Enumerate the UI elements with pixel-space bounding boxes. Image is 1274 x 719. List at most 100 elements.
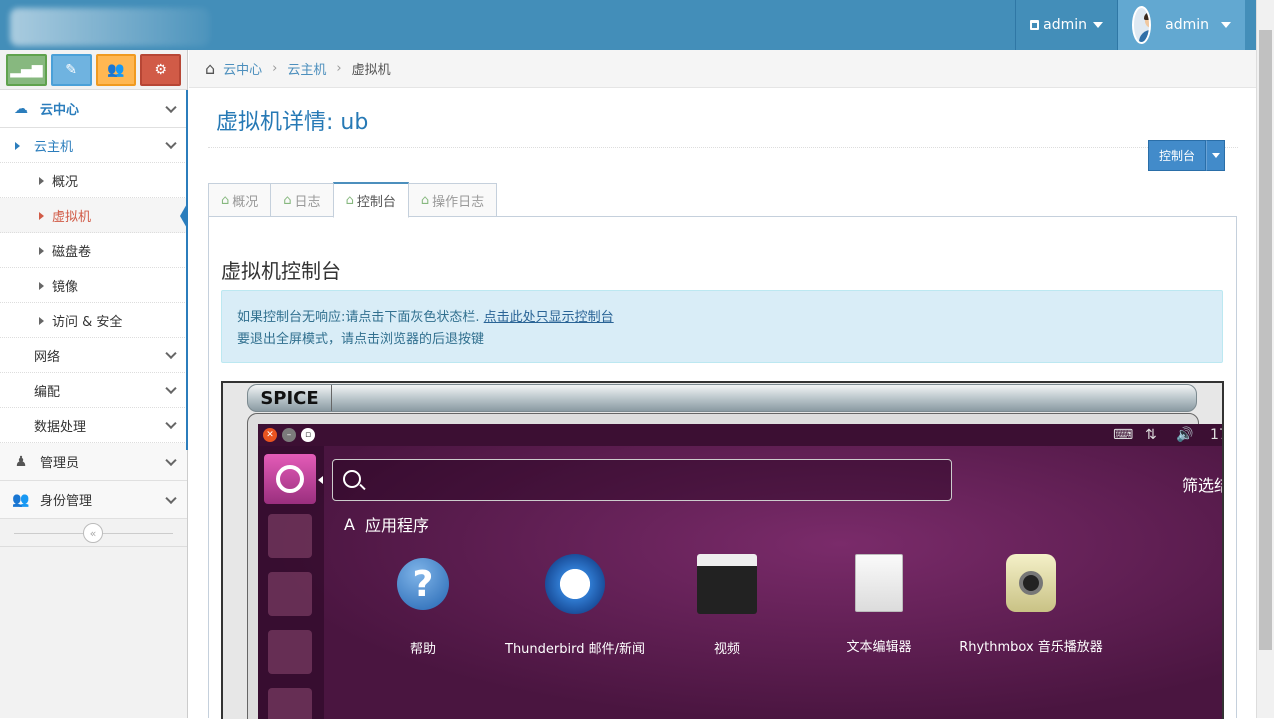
console-button[interactable]: 控制台 xyxy=(1148,140,1207,171)
tab-overview[interactable]: ⌂ 概况 xyxy=(208,183,272,217)
sidebar-item-label: 云主机 xyxy=(34,139,74,155)
video-icon xyxy=(697,554,757,614)
app-video[interactable]: 视频 xyxy=(652,554,802,657)
sidebar-item-admin[interactable]: ♟ 管理员 xyxy=(0,443,187,481)
caret-right-icon xyxy=(39,177,44,185)
sidebar-item-images[interactable]: 镜像 xyxy=(0,268,187,303)
scrollbar-thumb[interactable] xyxy=(1259,30,1272,650)
spice-status-bar[interactable]: SPICE xyxy=(247,384,1197,412)
users-icon: 👥 xyxy=(12,491,30,508)
files-icon[interactable] xyxy=(268,514,312,558)
sidebar-item-label: 身份管理 xyxy=(40,494,93,509)
calc-icon[interactable] xyxy=(268,688,312,719)
sidebar-item-overview[interactable]: 概况 xyxy=(0,163,187,198)
ubuntu-dash-button[interactable] xyxy=(264,454,316,504)
dash-search-input[interactable] xyxy=(332,459,952,501)
sidebar-item-cloud-host[interactable]: 云主机 xyxy=(0,128,187,163)
breadcrumb-link-cloud-host[interactable]: 云主机 xyxy=(287,59,326,78)
vm-screen[interactable]: ✕ – ▫ ⌨ ⇅ 🔊 17 xyxy=(247,413,1222,719)
card-icon xyxy=(1030,20,1040,30)
maximize-icon[interactable]: ▫ xyxy=(301,428,315,442)
chevron-down-icon xyxy=(165,347,177,360)
console-button-group: 控制台 xyxy=(1148,140,1226,171)
console-dropdown-toggle[interactable] xyxy=(1206,140,1226,171)
filter-results-label[interactable]: 筛选结 xyxy=(1182,472,1222,496)
thunderbird-icon xyxy=(545,554,605,614)
tab-label: 日志 xyxy=(294,194,321,210)
double-angle-left-icon[interactable]: « xyxy=(83,523,103,543)
cogs-shortcut-button[interactable]: ⚙ xyxy=(140,54,181,86)
breadcrumb-current: 虚拟机 xyxy=(351,63,391,78)
volume-icon[interactable]: 🔊 xyxy=(1176,427,1193,443)
keyboard-icon[interactable]: ⌨ xyxy=(1113,427,1133,443)
home-icon: ⌂ xyxy=(345,193,354,208)
user-label: admin xyxy=(1165,17,1209,33)
chevron-down-icon xyxy=(165,492,177,504)
app-label: Rhythmbox 音乐播放器 xyxy=(959,640,1103,655)
sidebar-item-access-security[interactable]: 访问 & 安全 xyxy=(0,303,187,338)
users-shortcut-button[interactable]: 👥 xyxy=(95,54,137,86)
show-console-only-link[interactable]: 点击此处只显示控制台 xyxy=(484,310,614,325)
sidebar-item-label: 数据处理 xyxy=(34,419,87,435)
search-icon xyxy=(343,470,361,488)
network-icon[interactable]: ⇅ xyxy=(1145,427,1157,443)
sidebar-item-volumes[interactable]: 磁盘卷 xyxy=(0,233,187,268)
breadcrumb-separator: › xyxy=(336,61,342,76)
home-icon: ⌂ xyxy=(420,192,430,208)
spice-label: SPICE xyxy=(248,385,332,411)
writer-icon[interactable] xyxy=(268,630,312,674)
app-help[interactable]: ? 帮助 xyxy=(348,554,498,657)
vm-console[interactable]: SPICE ✕ – ▫ ⌨ ⇅ 🔊 17 xyxy=(221,381,1224,719)
home-icon[interactable]: ⌂ xyxy=(205,59,215,78)
tab-action-log[interactable]: ⌂ 操作日志 xyxy=(407,183,498,217)
minimize-icon[interactable]: – xyxy=(282,428,296,442)
users-icon: 👥 xyxy=(107,62,125,78)
vm-name: ub xyxy=(340,110,369,135)
chart-shortcut-button[interactable]: ▂▄▆ xyxy=(6,54,47,86)
chevron-down-icon xyxy=(165,137,177,150)
page-title: 虚拟机详情: ub xyxy=(216,104,368,136)
tab-label: 操作日志 xyxy=(432,194,485,210)
admin-user-icon: ♟ xyxy=(14,453,28,470)
page-scrollbar[interactable] xyxy=(1256,0,1274,718)
help-icon: ? xyxy=(397,558,449,610)
pencil-shortcut-button[interactable]: ✎ xyxy=(50,54,92,86)
ubuntu-launcher xyxy=(258,446,324,719)
dash-arrow-icon xyxy=(318,476,323,484)
sidebar-item-identity[interactable]: 👥 身份管理 xyxy=(0,481,187,519)
app-thunderbird[interactable]: Thunderbird 邮件/新闻 xyxy=(500,554,650,657)
apps-category-icon: A xyxy=(344,514,355,534)
app-label: 帮助 xyxy=(409,642,436,657)
caret-right-icon xyxy=(39,247,44,255)
pencil-icon: ✎ xyxy=(65,62,77,78)
ubuntu-desktop[interactable]: ✕ – ▫ ⌨ ⇅ 🔊 17 xyxy=(258,424,1222,719)
sidebar-item-label: 网络 xyxy=(34,349,61,365)
sidebar-item-instances[interactable]: 虚拟机 xyxy=(0,198,188,233)
app-rhythmbox[interactable]: Rhythmbox 音乐播放器 xyxy=(956,554,1106,655)
caret-down-icon xyxy=(1093,22,1103,28)
sidebar-item-label: 访问 & 安全 xyxy=(52,314,123,330)
close-icon[interactable]: ✕ xyxy=(263,428,277,442)
sidebar-item-cloud-center[interactable]: ☁ 云中心 xyxy=(0,90,187,128)
avatar xyxy=(1132,6,1152,44)
caret-right-icon xyxy=(39,212,44,220)
caret-down-icon xyxy=(1221,22,1231,28)
top-navbar: admin admin xyxy=(0,0,1274,50)
chevron-down-icon xyxy=(165,382,177,395)
firefox-icon[interactable] xyxy=(268,572,312,616)
sidebar-item-label: 管理员 xyxy=(40,456,80,471)
brand-logo[interactable] xyxy=(10,8,210,46)
tab-log[interactable]: ⌂ 日志 xyxy=(270,183,334,217)
clock[interactable]: 17 xyxy=(1210,427,1222,443)
messages-dropdown[interactable]: admin xyxy=(1015,0,1117,50)
sidebar-item-data-processing[interactable]: 数据处理 xyxy=(0,408,187,443)
app-text-editor[interactable]: 文本编辑器 xyxy=(804,554,954,655)
caret-down-icon xyxy=(1211,153,1220,158)
user-dropdown[interactable]: admin xyxy=(1117,0,1245,50)
sidebar-item-label: 虚拟机 xyxy=(52,209,92,225)
page-title-label: 虚拟机详情: xyxy=(216,110,334,135)
sidebar-item-orchestration[interactable]: 编配 xyxy=(0,373,187,408)
breadcrumb-link-cloud-center[interactable]: 云中心 xyxy=(223,59,262,78)
tab-console[interactable]: ⌂ 控制台 xyxy=(332,182,409,218)
sidebar-item-network[interactable]: 网络 xyxy=(0,338,187,373)
